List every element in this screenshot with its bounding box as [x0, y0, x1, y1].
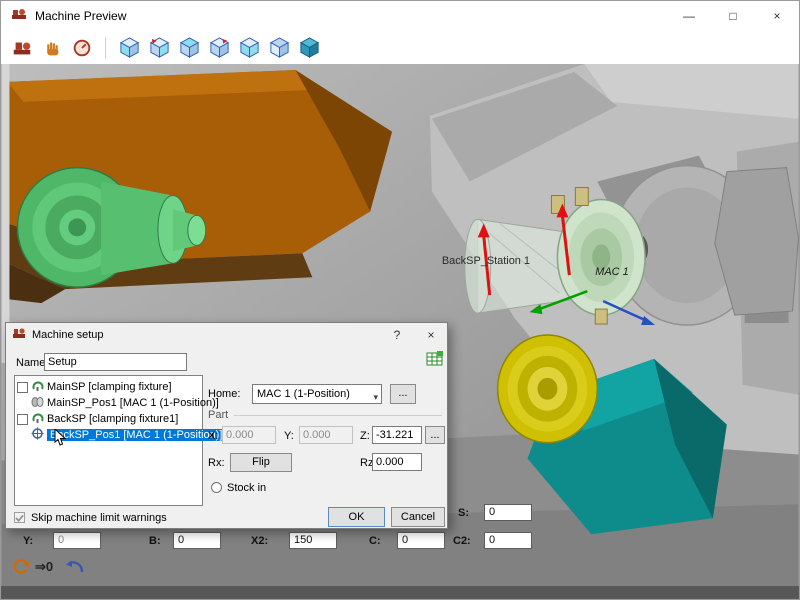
part-group-label: Part [208, 409, 228, 421]
door-edge [1, 64, 9, 363]
c2-axis-label: C2: [453, 535, 471, 547]
stock-in-label: Stock in [227, 482, 266, 494]
view-cube-1-icon[interactable] [116, 35, 142, 61]
undo-icon[interactable] [63, 556, 85, 580]
chevron-down-icon: ▾ [373, 388, 378, 406]
dialog-title: Machine setup [32, 329, 104, 341]
view-cube-solid-icon[interactable] [296, 35, 322, 61]
s-axis-label: S: [458, 507, 469, 519]
z-browse-button[interactable]: ... [425, 426, 445, 444]
dialog-titlebar[interactable]: Machine setup ? × [6, 323, 447, 346]
y-axis-label: Y: [23, 535, 33, 547]
view-cube-2-icon[interactable] [146, 35, 172, 61]
gauge-icon[interactable] [69, 35, 95, 61]
machine-setup-dialog: Machine setup ? × Name: MainSP [clamping… [5, 322, 448, 529]
window-title: Machine Preview [35, 9, 126, 23]
setup-tree[interactable]: MainSP [clamping fixture] MainSP_Pos1 [M… [14, 375, 203, 506]
goto-zero-icon[interactable]: ⇒0 [35, 560, 53, 573]
mac-label: MAC 1 [595, 266, 628, 278]
hand-icon[interactable] [39, 35, 65, 61]
rz-input[interactable] [372, 453, 422, 471]
skip-warnings-label: Skip machine limit warnings [31, 512, 167, 524]
view-cube-5-icon[interactable] [236, 35, 262, 61]
x-label: X: [208, 430, 218, 442]
part-group-line [234, 415, 442, 416]
tree-item-label-selected[interactable]: BackSP_Pos1 [MAC 1 (1-Position)] [47, 429, 225, 441]
c-axis-field[interactable]: 0 [397, 532, 445, 549]
close-button[interactable]: × [755, 1, 799, 31]
mouse-cursor [54, 429, 66, 450]
y-axis-field[interactable]: 0 [53, 532, 101, 549]
minimize-button[interactable]: — [667, 1, 711, 31]
s-axis-field[interactable]: 0 [484, 504, 532, 521]
status-strip [1, 586, 799, 599]
maximize-button[interactable]: □ [711, 1, 755, 31]
dialog-close-button[interactable]: × [417, 325, 445, 344]
rx-label: Rx: [208, 457, 225, 469]
b-axis-field[interactable]: 0 [173, 532, 221, 549]
machine-table-icon[interactable] [426, 350, 444, 371]
view-cube-6-icon[interactable] [266, 35, 292, 61]
skip-warnings-checkbox[interactable] [14, 512, 25, 523]
x-input [222, 426, 276, 444]
view-cube-3-icon[interactable] [176, 35, 202, 61]
position-icon [31, 395, 44, 411]
stock-in-radio[interactable] [211, 482, 222, 493]
machine-preview-icon[interactable] [9, 35, 35, 61]
tree-item-mainsp[interactable]: MainSP [clamping fixture] [17, 379, 172, 395]
z-input[interactable] [372, 426, 422, 444]
window-controls: — □ × [667, 1, 799, 31]
clamp-icon [31, 411, 44, 427]
home-label: Home: [208, 388, 240, 400]
x2-axis-field[interactable]: 150 [289, 532, 337, 549]
machine-preview-window: Machine Preview — □ × [0, 0, 800, 600]
tree-item-label[interactable]: MainSP [clamping fixture] [47, 381, 172, 393]
home-browse-button[interactable]: ... [390, 384, 416, 404]
tree-item-backsp[interactable]: BackSP [clamping fixture1] [17, 411, 178, 427]
x2-axis-label: X2: [251, 535, 268, 547]
c-axis-label: C: [369, 535, 381, 547]
station-label: BackSP_Station 1 [442, 255, 530, 267]
view-cube-4-icon[interactable] [206, 35, 232, 61]
titlebar[interactable]: Machine Preview — □ × [1, 1, 799, 31]
rotate-view-icon[interactable] [11, 557, 31, 581]
home-select-value: MAC 1 (1-Position) [257, 388, 350, 400]
y-label: Y: [284, 430, 294, 442]
c2-axis-field[interactable]: 0 [484, 532, 532, 549]
dialog-help-button[interactable]: ? [383, 325, 411, 344]
dialog-icon [12, 326, 26, 343]
toolbar-separator [105, 37, 106, 59]
home-select[interactable]: MAC 1 (1-Position) ▾ [252, 384, 382, 404]
tree-item-label[interactable]: MainSP_Pos1 [MAC 1 (1-Position)] [47, 397, 219, 409]
app-icon [11, 6, 27, 27]
clamp-icon [31, 379, 44, 395]
crosshair-icon [31, 427, 44, 443]
chuck-yellow [498, 335, 598, 443]
ok-button[interactable]: OK [328, 507, 385, 527]
b-axis-label: B: [149, 535, 161, 547]
name-input[interactable] [44, 353, 187, 371]
toolbar [1, 31, 799, 64]
cancel-button[interactable]: Cancel [391, 507, 445, 527]
mainsp-checkbox[interactable] [17, 382, 28, 393]
z-label: Z: [360, 430, 370, 442]
tree-item-mainsp-pos1[interactable]: MainSP_Pos1 [MAC 1 (1-Position)] [31, 395, 219, 411]
flip-button[interactable]: Flip [230, 453, 292, 472]
backsp-checkbox[interactable] [17, 414, 28, 425]
y-input [299, 426, 353, 444]
tree-item-label[interactable]: BackSP [clamping fixture1] [47, 413, 178, 425]
